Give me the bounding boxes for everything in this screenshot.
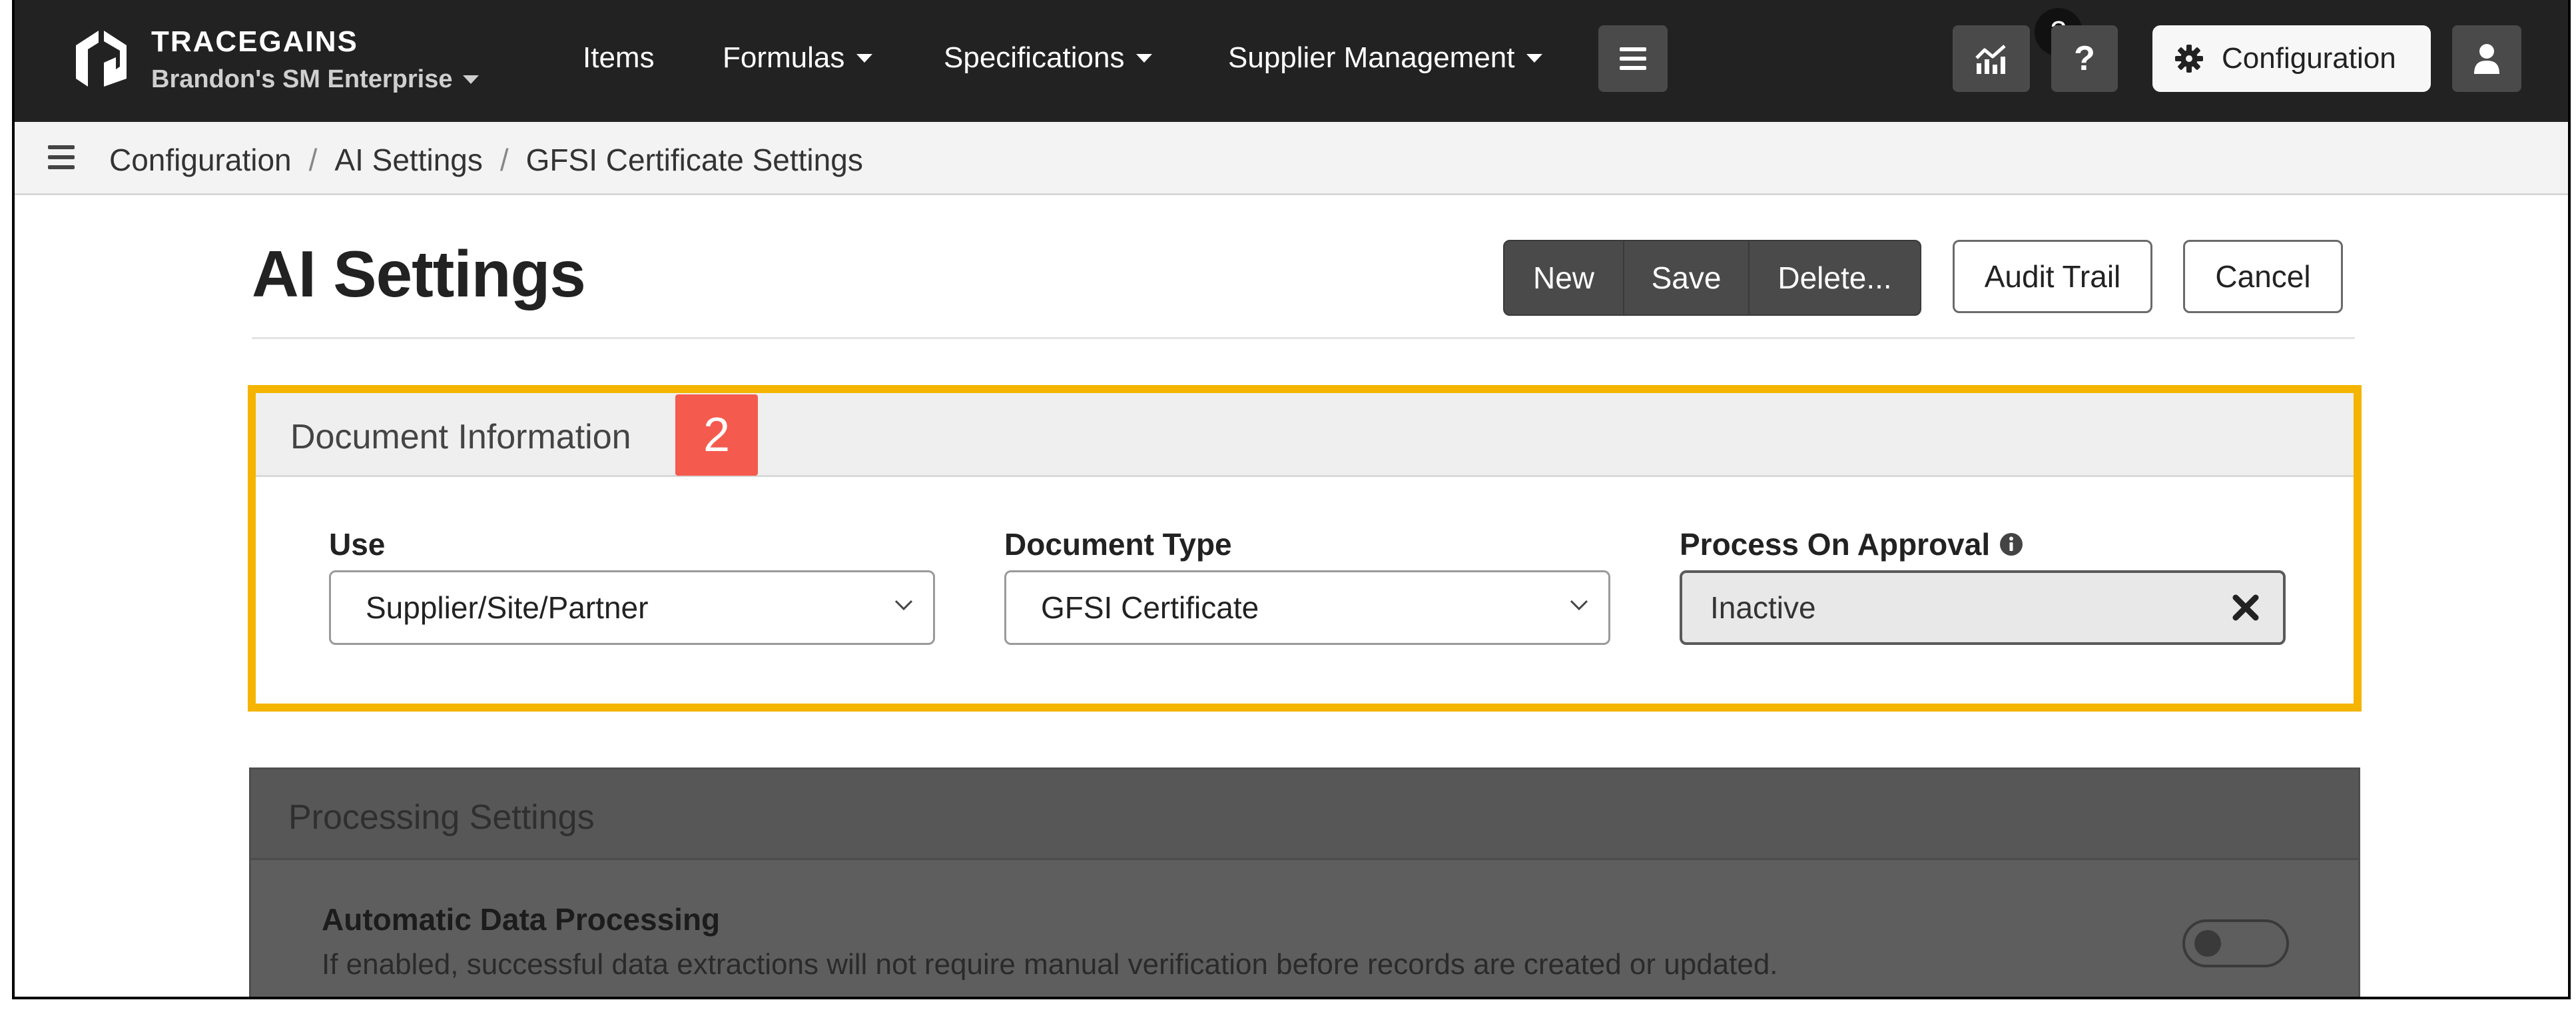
- processing-settings-header: Processing Settings: [251, 769, 2358, 860]
- nav-supplier-management-label: Supplier Management: [1228, 41, 1515, 74]
- delete-button[interactable]: Delete...: [1750, 241, 1920, 314]
- more-menu-button[interactable]: [1598, 25, 1668, 92]
- analytics-chart-icon: [1975, 45, 2006, 74]
- chevron-down-icon: [1570, 600, 1588, 611]
- top-navbar: TRACEGAINS Brandon's SM Enterprise Items…: [15, 0, 2568, 122]
- document-type-label: Document Type: [1004, 526, 1232, 562]
- document-information-title: Document Information: [290, 418, 631, 456]
- auto-processing-label: Automatic Data Processing: [322, 902, 721, 937]
- cancel-button[interactable]: Cancel: [2183, 240, 2343, 313]
- breadcrumb-configuration[interactable]: Configuration: [109, 142, 292, 178]
- use-select[interactable]: Supplier/Site/Partner: [329, 570, 935, 645]
- app-window: TRACEGAINS Brandon's SM Enterprise Items…: [12, 0, 2571, 999]
- document-information-header: Document Information 2: [256, 393, 2354, 477]
- new-button[interactable]: New: [1504, 241, 1624, 314]
- caret-down-icon: [1526, 53, 1543, 63]
- nav-formulas[interactable]: Formulas: [723, 41, 873, 75]
- processing-settings-title: Processing Settings: [288, 798, 595, 837]
- page-title: AI Settings: [252, 237, 586, 310]
- caret-down-icon: [1136, 53, 1153, 63]
- caret-down-icon: [463, 75, 480, 84]
- configuration-button[interactable]: Configuration: [2152, 25, 2431, 92]
- header-divider: [252, 337, 2355, 339]
- nav-supplier-management[interactable]: Supplier Management: [1228, 41, 1543, 75]
- configuration-label: Configuration: [2222, 42, 2396, 75]
- nav-items[interactable]: Items: [583, 41, 655, 75]
- breadcrumb-separator: /: [308, 143, 318, 177]
- nav-items-label: Items: [583, 41, 655, 74]
- document-information-panel: Document Information 2 Use Supplier/Site…: [248, 385, 2362, 712]
- audit-trail-button[interactable]: Audit Trail: [1953, 240, 2152, 313]
- document-type-select-value: GFSI Certificate: [1041, 590, 1259, 625]
- use-label-text: Use: [329, 527, 386, 562]
- tenant-name: Brandon's SM Enterprise: [151, 65, 453, 93]
- auto-processing-toggle[interactable]: [2182, 919, 2289, 967]
- clear-selection-icon[interactable]: [2231, 593, 2260, 622]
- record-action-group: New Save Delete...: [1503, 240, 1921, 316]
- chevron-down-icon: [894, 600, 913, 611]
- process-on-approval-label: Process On Approval: [1680, 526, 2023, 562]
- process-on-approval-value: Inactive: [1710, 590, 1816, 625]
- caret-down-icon: [856, 53, 873, 63]
- help-icon: ?: [2074, 39, 2095, 78]
- processing-settings-panel: Processing Settings Automatic Data Proce…: [249, 767, 2360, 997]
- save-button[interactable]: Save: [1624, 241, 1750, 314]
- breadcrumb-bar: Configuration / AI Settings / GFSI Certi…: [15, 122, 2568, 195]
- user-icon: [2474, 44, 2499, 74]
- toggle-knob: [2194, 930, 2221, 957]
- document-type-label-text: Document Type: [1004, 527, 1232, 562]
- process-on-approval-select[interactable]: Inactive: [1680, 570, 2286, 645]
- tracegains-logo-icon[interactable]: [69, 25, 133, 92]
- user-menu-button[interactable]: [2452, 25, 2521, 92]
- step-number-badge: 2: [675, 394, 758, 476]
- process-on-approval-label-text: Process On Approval: [1680, 527, 1991, 562]
- breadcrumb-gfsi-certificate-settings: GFSI Certificate Settings: [525, 143, 863, 177]
- sidebar-toggle-icon[interactable]: [48, 144, 75, 171]
- breadcrumb-ai-settings[interactable]: AI Settings: [334, 142, 482, 178]
- analytics-button[interactable]: [1953, 25, 2030, 92]
- nav-specifications[interactable]: Specifications: [944, 41, 1153, 75]
- nav-specifications-label: Specifications: [944, 41, 1125, 74]
- breadcrumb-separator: /: [499, 143, 509, 177]
- hamburger-icon: [1620, 47, 1646, 70]
- use-label: Use: [329, 526, 385, 562]
- info-icon[interactable]: [1999, 532, 2023, 556]
- breadcrumb: Configuration / AI Settings / GFSI Certi…: [109, 142, 863, 178]
- brand-name: TRACEGAINS: [151, 25, 358, 58]
- use-select-value: Supplier/Site/Partner: [366, 590, 649, 625]
- document-type-select[interactable]: GFSI Certificate: [1004, 570, 1610, 645]
- tenant-switcher[interactable]: Brandon's SM Enterprise: [151, 65, 480, 94]
- gear-icon: [2175, 45, 2203, 73]
- nav-formulas-label: Formulas: [723, 41, 845, 74]
- auto-processing-description: If enabled, successful data extractions …: [322, 948, 1778, 981]
- help-button[interactable]: ?: [2051, 25, 2118, 92]
